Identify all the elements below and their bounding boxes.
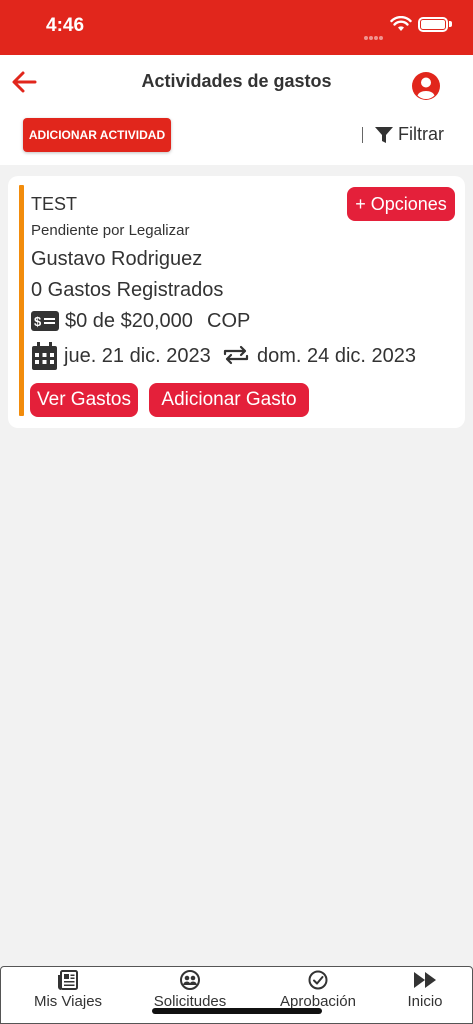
filter-funnel-icon	[375, 126, 393, 143]
tab-label: Mis Viajes	[33, 993, 103, 1010]
bottom-tab-bar: Mis Viajes Solicitudes Aprobación Inicio	[0, 966, 473, 1024]
add-activity-button[interactable]: ADICIONAR ACTIVIDAD	[23, 118, 171, 152]
status-color-bar	[19, 185, 24, 416]
activity-card[interactable]: TEST + Opciones Pendiente por Legalizar …	[8, 176, 465, 428]
page-title: Actividades de gastos	[141, 71, 332, 91]
activity-person: Gustavo Rodriguez	[31, 248, 203, 270]
expense-count: 0 Gastos Registrados	[31, 279, 224, 301]
status-time: 4:46	[46, 15, 85, 36]
filter-label: Filtrar	[398, 124, 444, 144]
tab-aprobacion[interactable]: Aprobación	[273, 970, 363, 1010]
battery-icon	[418, 17, 448, 32]
activity-status: Pendiente por Legalizar	[31, 222, 190, 239]
status-bar: 4:46	[0, 0, 473, 55]
add-expense-button[interactable]: Adicionar Gasto	[149, 383, 309, 417]
swap-arrows-icon	[223, 345, 249, 365]
user-profile-icon[interactable]	[411, 71, 441, 101]
battery-tip	[449, 21, 452, 27]
app-header: Actividades de gastos ADICIONAR ACTIVIDA…	[0, 55, 473, 165]
options-button[interactable]: + Opciones	[347, 187, 455, 221]
fast-forward-icon	[414, 972, 436, 988]
end-date: dom. 24 dic. 2023	[257, 345, 416, 367]
tab-label: Inicio	[407, 993, 443, 1010]
home-indicator	[152, 1008, 322, 1014]
filter-divider	[362, 127, 363, 143]
tab-inicio[interactable]: Inicio	[401, 970, 449, 1010]
view-expenses-button[interactable]: Ver Gastos	[30, 383, 138, 417]
calendar-icon	[32, 342, 57, 370]
check-circle-icon	[308, 970, 328, 990]
cellular-signal-icon	[364, 27, 386, 40]
money-bill-icon: $	[31, 311, 59, 331]
tab-mis-viajes[interactable]: Mis Viajes	[29, 970, 107, 1010]
users-icon	[180, 970, 200, 990]
filter-button[interactable]: Filtrar	[374, 124, 444, 145]
activity-name: TEST	[31, 194, 78, 214]
wifi-icon	[390, 16, 412, 31]
tab-solicitudes[interactable]: Solicitudes	[147, 970, 233, 1010]
start-date: jue. 21 dic. 2023	[64, 345, 211, 367]
budget-amount: $0 de $20,000	[65, 310, 193, 332]
currency-code: COP	[207, 310, 251, 332]
newspaper-icon	[58, 970, 78, 990]
svg-text:$: $	[34, 314, 42, 329]
